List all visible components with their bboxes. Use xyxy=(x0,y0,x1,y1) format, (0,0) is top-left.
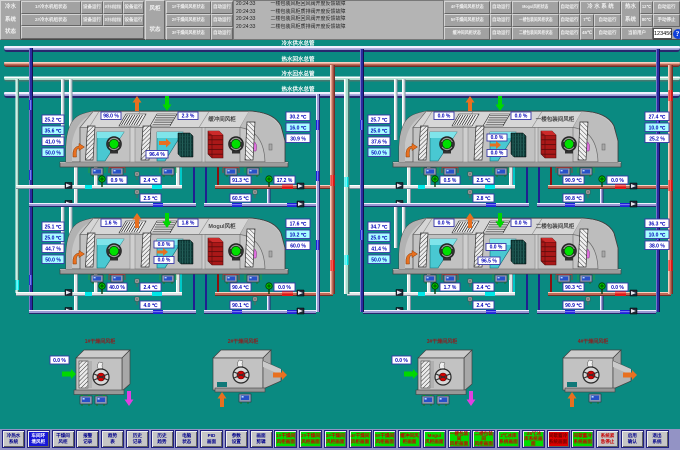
svg-text:1.6 %: 1.6 % xyxy=(105,220,118,226)
svg-text:0.0 %: 0.0 % xyxy=(515,113,528,119)
svg-text:0.9 %: 0.9 % xyxy=(111,178,124,184)
svg-text:37.6 %: 37.6 % xyxy=(371,139,387,145)
svg-text:0.0 %: 0.0 % xyxy=(490,244,503,250)
svg-text:0.0 %: 0.0 % xyxy=(611,178,624,184)
svg-text:44.7 %: 44.7 % xyxy=(45,246,61,252)
svg-text:36.3 ℃: 36.3 ℃ xyxy=(649,220,666,227)
svg-text:0.5 %: 0.5 % xyxy=(444,178,457,184)
svg-text:热水回水总管: 热水回水总管 xyxy=(281,55,315,63)
svg-text:0.0 %: 0.0 % xyxy=(158,257,171,263)
svg-text:90.4 ℃: 90.4 ℃ xyxy=(232,284,249,291)
svg-text:17.2 %: 17.2 % xyxy=(277,178,293,184)
svg-text:10.0 ℃: 10.0 ℃ xyxy=(649,124,666,131)
svg-text:0.0 %: 0.0 % xyxy=(515,220,528,226)
svg-text:2.4 ℃: 2.4 ℃ xyxy=(144,177,158,184)
svg-text:4#干燥间风柜: 4#干燥间风柜 xyxy=(578,338,609,345)
svg-text:50.0 %: 50.0 % xyxy=(45,150,61,156)
svg-text:2.5 ℃: 2.5 ℃ xyxy=(144,195,158,202)
svg-text:0.0 %: 0.0 % xyxy=(491,150,504,156)
svg-text:98.0 %: 98.0 % xyxy=(103,113,119,119)
svg-text:0.0 %: 0.0 % xyxy=(438,113,451,119)
svg-text:34.7 ℃: 34.7 ℃ xyxy=(371,223,388,230)
svg-text:Mogul风柜: Mogul风柜 xyxy=(208,222,236,230)
svg-text:2#干燥间风柜: 2#干燥间风柜 xyxy=(228,338,259,345)
svg-text:30.2 ℃: 30.2 ℃ xyxy=(290,113,307,120)
svg-text:30.9 %: 30.9 % xyxy=(290,136,306,142)
svg-text:41.0 %: 41.0 % xyxy=(45,139,61,145)
svg-text:0.0 %: 0.0 % xyxy=(278,285,291,291)
svg-text:1.7 %: 1.7 % xyxy=(444,285,457,291)
svg-text:50.0 %: 50.0 % xyxy=(371,257,387,263)
svg-text:3#干燥间风柜: 3#干燥间风柜 xyxy=(427,338,458,345)
svg-text:0.0 %: 0.0 % xyxy=(158,242,171,248)
svg-text:4.0 ℃: 4.0 ℃ xyxy=(144,302,158,309)
svg-text:一楼包装间风柜: 一楼包装间风柜 xyxy=(536,115,575,123)
svg-text:90.9 ℃: 90.9 ℃ xyxy=(565,302,582,309)
svg-text:25.0 ℃: 25.0 ℃ xyxy=(371,234,388,241)
svg-text:25.2 %: 25.2 % xyxy=(649,136,665,142)
svg-text:25.0 ℃: 25.0 ℃ xyxy=(371,127,388,134)
svg-text:25.0 ℃: 25.0 ℃ xyxy=(45,234,62,241)
svg-text:1#干燥间风柜: 1#干燥间风柜 xyxy=(85,338,116,345)
svg-text:10.2 ℃: 10.2 ℃ xyxy=(290,231,307,238)
svg-text:2.4 ℃: 2.4 ℃ xyxy=(144,284,158,291)
svg-text:0.0 %: 0.0 % xyxy=(611,285,624,291)
svg-text:60.0 %: 60.0 % xyxy=(290,243,306,249)
svg-text:25.1 ℃: 25.1 ℃ xyxy=(45,223,62,230)
svg-text:冷水供水总管: 冷水供水总管 xyxy=(281,39,315,47)
svg-text:60.5 ℃: 60.5 ℃ xyxy=(232,195,249,202)
svg-text:0.0 %: 0.0 % xyxy=(491,135,504,141)
svg-text:50.0 %: 50.0 % xyxy=(371,150,387,156)
svg-text:96.5 %: 96.5 % xyxy=(481,258,497,264)
svg-text:缓冲间风柜: 缓冲间风柜 xyxy=(208,115,236,123)
svg-text:17.6 ℃: 17.6 ℃ xyxy=(290,220,307,227)
svg-text:25.7 ℃: 25.7 ℃ xyxy=(371,116,388,123)
svg-text:90.9 ℃: 90.9 ℃ xyxy=(565,177,582,184)
svg-text:0.0 %: 0.0 % xyxy=(438,220,451,226)
svg-text:2.5 ℃: 2.5 ℃ xyxy=(477,177,491,184)
svg-text:35.6 ℃: 35.6 ℃ xyxy=(45,127,62,134)
svg-text:2.8 ℃: 2.8 ℃ xyxy=(477,195,491,202)
svg-text:0.0 %: 0.0 % xyxy=(53,358,66,364)
svg-text:2.4 ℃: 2.4 ℃ xyxy=(477,302,491,309)
svg-text:热水供水总管: 热水供水总管 xyxy=(281,85,315,93)
svg-text:96.4 %: 96.4 % xyxy=(149,152,165,158)
svg-text:2.4 ℃: 2.4 ℃ xyxy=(477,284,491,291)
svg-text:二楼包装间风柜: 二楼包装间风柜 xyxy=(536,222,575,230)
svg-text:38.0 %: 38.0 % xyxy=(649,243,665,249)
svg-text:1.8 %: 1.8 % xyxy=(182,220,195,226)
svg-text:90.1 ℃: 90.1 ℃ xyxy=(232,302,249,309)
svg-text:50.0 %: 50.0 % xyxy=(45,257,61,263)
svg-text:40.0 %: 40.0 % xyxy=(109,285,125,291)
svg-text:91.3 ℃: 91.3 ℃ xyxy=(232,177,249,184)
svg-text:2.3 %: 2.3 % xyxy=(182,113,195,119)
svg-text:27.4 ℃: 27.4 ℃ xyxy=(649,113,666,120)
svg-text:16.0 ℃: 16.0 ℃ xyxy=(290,124,307,131)
svg-text:90.8 ℃: 90.8 ℃ xyxy=(565,195,582,202)
svg-text:25.2 ℃: 25.2 ℃ xyxy=(45,116,62,123)
svg-text:0.0 %: 0.0 % xyxy=(395,358,408,364)
svg-text:10.0 ℃: 10.0 ℃ xyxy=(649,231,666,238)
svg-text:90.3 ℃: 90.3 ℃ xyxy=(565,284,582,291)
svg-text:41.4 %: 41.4 % xyxy=(371,246,387,252)
svg-text:冷水回水总管: 冷水回水总管 xyxy=(281,70,315,78)
